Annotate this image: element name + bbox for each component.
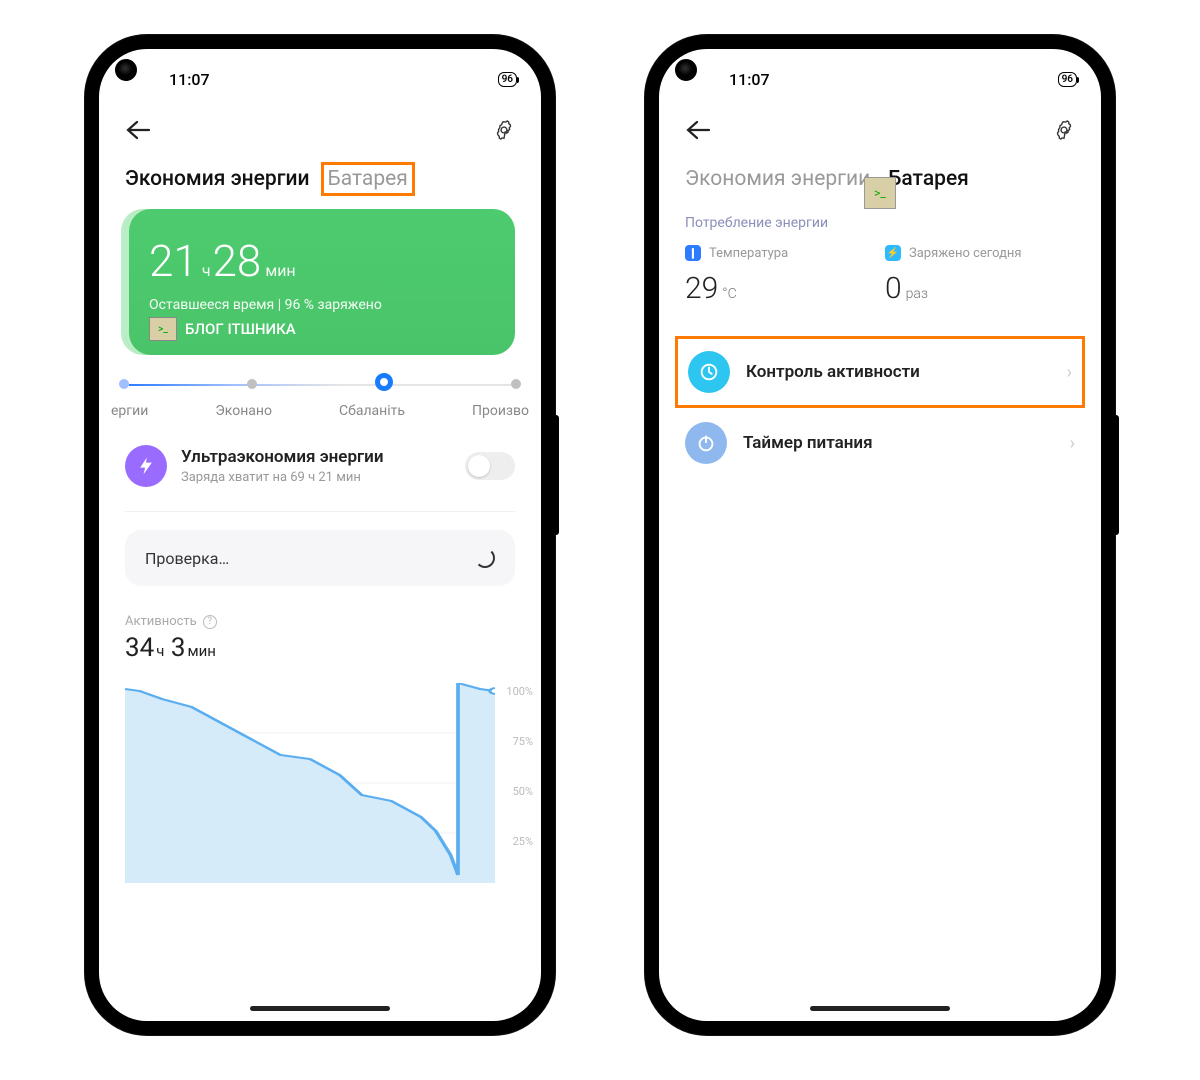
tab-economy[interactable]: Экономия энергии xyxy=(125,167,310,191)
stat-charged: ⚡ Заряжено сегодня 0раз xyxy=(885,245,1075,306)
temp-value: 29 xyxy=(685,271,718,306)
mode-dot-3-active[interactable] xyxy=(375,373,393,391)
status-bar: 11:07 G 96 xyxy=(99,49,541,109)
status-bar: 11:07 G 96 xyxy=(659,49,1101,109)
divider xyxy=(125,511,515,512)
mode-label-4: Произво xyxy=(472,403,529,419)
mode-dot-4[interactable] xyxy=(511,379,521,389)
highlight-battery-tab: Батарея xyxy=(321,162,415,196)
check-row[interactable]: Проверка… xyxy=(125,530,515,586)
check-label: Проверка… xyxy=(145,549,229,568)
phone-right: 11:07 G 96 >_ Экономия энергии Батарея П… xyxy=(645,35,1115,1035)
stats-row: ❙ Температура 29°C ⚡ Заряжено сегодня 0р… xyxy=(659,245,1101,336)
ultra-title: Ультраэкономия энергии xyxy=(181,447,451,467)
home-indicator[interactable] xyxy=(810,1006,950,1011)
phone-left: 11:07 G 96 Экономия энергии Батарея 21ч xyxy=(85,35,555,1035)
charged-label: Заряжено сегодня xyxy=(909,246,1022,261)
power-timer-row[interactable]: Таймер питания › xyxy=(659,408,1101,478)
chart-svg xyxy=(125,683,495,883)
ultra-toggle[interactable] xyxy=(465,452,515,480)
power-timer-label: Таймер питания xyxy=(743,433,1054,453)
tab-economy[interactable]: Экономия энергии xyxy=(685,167,870,191)
screen-right: 11:07 G 96 >_ Экономия энергии Батарея П… xyxy=(659,49,1101,1021)
back-button[interactable] xyxy=(685,117,711,147)
bolt-icon xyxy=(125,445,167,487)
tab-battery[interactable]: Батарея xyxy=(888,167,969,191)
ultra-sub: Заряда хватит на 69 ч 21 мин xyxy=(181,470,451,485)
ylabel-100: 100% xyxy=(506,685,533,698)
time-remaining: 21ч 28мин xyxy=(149,235,491,287)
ylabel-25: 25% xyxy=(513,835,533,848)
activity-control-label: Контроль активности xyxy=(746,362,1051,382)
tab-battery[interactable]: Батарея xyxy=(328,167,408,191)
charge-subtext: Оставшееся время | 96 % заряжено xyxy=(149,297,491,313)
activity-block: Активность ? 34ч 3мин xyxy=(99,608,541,663)
power-mode-slider[interactable] xyxy=(119,377,521,391)
settings-button[interactable] xyxy=(493,119,515,146)
screen-left: 11:07 G 96 Экономия энергии Батарея 21ч xyxy=(99,49,541,1021)
battery-chart: 100% 75% 50% 25% xyxy=(125,683,533,883)
activity-label: Активность ? xyxy=(125,614,515,629)
header xyxy=(99,109,541,161)
home-indicator[interactable] xyxy=(250,1006,390,1011)
activity-value: 34ч 3мин xyxy=(125,633,515,663)
mode-dot-1[interactable] xyxy=(119,379,129,389)
activity-icon xyxy=(688,351,730,393)
camera-hole xyxy=(115,59,137,81)
section-consumption: Потребление энергии xyxy=(659,209,1101,245)
plug-icon: ⚡ xyxy=(885,245,901,261)
mode-label-1: ергии xyxy=(111,403,148,419)
back-button[interactable] xyxy=(125,117,151,147)
ylabel-75: 75% xyxy=(513,735,533,748)
battery-icon: 96 xyxy=(498,72,517,87)
charged-value: 0 xyxy=(885,271,902,306)
mode-label-2: Эконано xyxy=(215,403,272,419)
ultra-economy-row: Ультраэкономия энергии Заряда хватит на … xyxy=(99,419,541,511)
status-time: 11:07 xyxy=(729,70,1034,89)
help-icon[interactable]: ? xyxy=(203,615,217,629)
stat-temperature: ❙ Температура 29°C xyxy=(685,245,875,306)
header: >_ xyxy=(659,109,1101,161)
mode-dot-2[interactable] xyxy=(247,379,257,389)
activity-control-row[interactable]: Контроль активности › xyxy=(675,336,1085,408)
charged-unit: раз xyxy=(906,286,928,302)
temp-unit: °C xyxy=(722,286,736,302)
tabs: Экономия энергии Батарея xyxy=(99,161,541,209)
status-icons: G 96 xyxy=(1034,72,1077,87)
temp-label: Температура xyxy=(709,246,788,261)
spinner-icon xyxy=(475,548,495,568)
terminal-icon: >_ xyxy=(149,317,177,341)
terminal-icon: >_ xyxy=(864,177,896,209)
camera-hole xyxy=(675,59,697,81)
chevron-right-icon: › xyxy=(1067,362,1072,383)
battery-icon: 96 xyxy=(1058,72,1077,87)
mode-label-3: Сбаланіть xyxy=(339,403,405,419)
power-icon xyxy=(685,422,727,464)
chevron-right-icon: › xyxy=(1070,433,1075,454)
ylabel-50: 50% xyxy=(513,785,533,798)
status-time: 11:07 xyxy=(169,70,474,89)
power-mode-labels: ергии Эконано Сбаланіть Произво xyxy=(99,391,541,419)
watermark: >_ БЛОГ ІТШНИКА xyxy=(149,317,491,341)
settings-button[interactable] xyxy=(1053,119,1075,146)
battery-summary-card[interactable]: 21ч 28мин Оставшееся время | 96 % заряже… xyxy=(125,209,515,355)
thermometer-icon: ❙ xyxy=(685,245,701,261)
status-icons: G 96 xyxy=(474,72,517,87)
